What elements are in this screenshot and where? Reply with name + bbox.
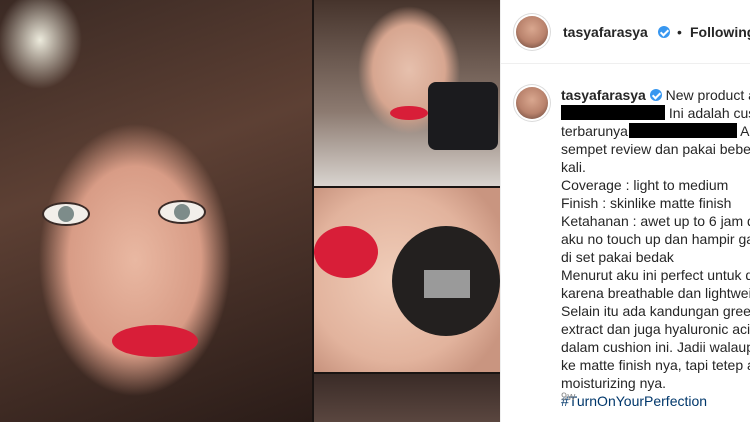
verified-badge-icon xyxy=(649,89,662,101)
caption-line: terbarunya xyxy=(561,123,628,139)
post-timestamp[interactable]: 9w xyxy=(561,391,575,403)
lips xyxy=(112,325,198,357)
caption-line: di set pakai bedak xyxy=(561,249,674,265)
lips xyxy=(390,106,428,120)
caption-line: Ini adalah cush xyxy=(668,105,750,121)
caption-text: tasyafarasya New product aler Ini adalah… xyxy=(561,86,750,410)
caption-line: aku no touch up dan hampir ga p xyxy=(561,231,750,247)
caption-line: sempet review dan pakai beberap xyxy=(561,141,750,157)
blurred-logo xyxy=(424,270,470,298)
verified-badge-icon xyxy=(658,26,670,38)
caption-line: New product aler xyxy=(665,87,750,103)
photo-partial xyxy=(314,374,500,422)
caption-line: extract dan juga hyaluronic acid d xyxy=(561,321,750,337)
photo-puff xyxy=(314,188,500,372)
post-media[interactable] xyxy=(0,0,500,422)
following-button[interactable]: Following xyxy=(690,24,750,40)
hashtag-link[interactable]: #TurnOnYourPerfection xyxy=(561,393,707,409)
caption-line: moisturizing nya. xyxy=(561,375,667,391)
caption-username[interactable]: tasyafarasya xyxy=(561,87,646,103)
separator-dot: • xyxy=(677,24,682,40)
redaction-bar xyxy=(561,105,665,120)
cushion-compact xyxy=(428,82,498,150)
caption-line: Finish : skinlike matte finish xyxy=(561,195,732,211)
caption-line: Ketahanan : awet up to 6 jam di k xyxy=(561,213,750,229)
caption-line: karena breathable dan lightweigh xyxy=(561,285,750,301)
header-username[interactable]: tasyafarasya xyxy=(563,24,648,40)
main-photo xyxy=(0,0,312,422)
redaction-bar xyxy=(628,123,737,138)
photo-compact xyxy=(314,0,500,186)
post-header: tasyafarasya • Following xyxy=(500,0,750,64)
avatar[interactable] xyxy=(516,16,548,48)
caption-line: kali. xyxy=(561,159,586,175)
lips xyxy=(314,226,378,278)
caption-line: ke matte finish nya, tapi tetep ad xyxy=(561,357,750,373)
caption-avatar[interactable] xyxy=(516,87,548,119)
caption-line: Coverage : light to medium xyxy=(561,177,729,193)
right-eye xyxy=(158,200,206,224)
left-eye xyxy=(42,202,90,226)
caption-line: Aku xyxy=(740,123,750,139)
caption-panel: tasyafarasya New product aler Ini adalah… xyxy=(500,64,750,422)
caption-line: dalam cushion ini. Jadii walaupun xyxy=(561,339,750,355)
caption-line: Menurut aku ini perfect untuk da xyxy=(561,267,750,283)
caption-line: Selain itu ada kandungan green t xyxy=(561,303,750,319)
